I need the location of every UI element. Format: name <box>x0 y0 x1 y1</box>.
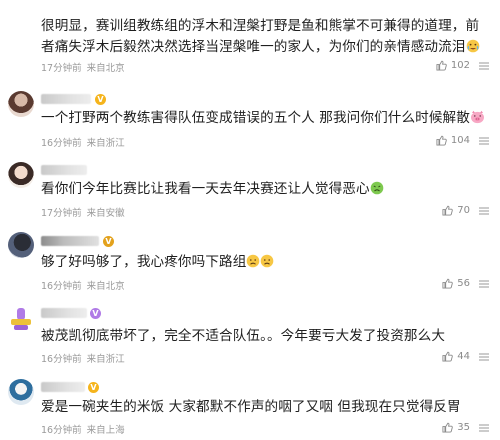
like-button[interactable]: 102 <box>436 60 470 71</box>
comment-time: 17分钟前 <box>41 63 82 74</box>
thumbs-up-icon <box>442 351 454 362</box>
more-options-icon[interactable] <box>478 280 490 290</box>
thumbs-up-icon <box>436 60 447 71</box>
comment-meta: 16分钟前 来自北京 <box>41 278 125 292</box>
like-count: 56 <box>457 278 470 289</box>
more-options-icon[interactable] <box>478 137 490 147</box>
comment-text: 爱是一碗夹生的米饭 大家都默不作声的咽了又咽 但我现在只觉得反胃 <box>41 399 461 415</box>
like-button[interactable]: 70 <box>442 205 470 216</box>
comment-meta: 16分钟前 来自浙江 <box>41 135 125 149</box>
comment-location: 来自浙江 <box>86 354 125 365</box>
like-count: 44 <box>457 351 470 362</box>
thumbs-up-icon <box>442 278 454 289</box>
comment-item: V 被茂凯彻底带坏了，完全不适合队伍。。今年要亏大发了投资那么大 16分钟前 来… <box>0 294 500 370</box>
thumbs-up-icon <box>436 135 447 146</box>
comment-meta: 16分钟前 来自浙江 <box>41 351 125 365</box>
username-blurred[interactable] <box>41 308 87 318</box>
username-blurred[interactable] <box>41 165 87 175</box>
username-blurred[interactable] <box>41 382 85 392</box>
comment-item: 很明显，赛训组教练组的浮木和涅槃打野是鱼和熊掌不可兼得的道理，前者痛失浮木后毅然… <box>0 0 500 80</box>
avatar[interactable] <box>8 232 34 258</box>
pig-face-emoji <box>470 110 485 131</box>
badge-icon: V <box>95 94 106 105</box>
more-options-icon[interactable] <box>478 62 490 72</box>
like-button[interactable]: 35 <box>442 422 470 433</box>
nauseated-face-emoji <box>370 181 384 202</box>
comment-time: 17分钟前 <box>41 208 82 219</box>
comment-meta: 17分钟前 来自北京 <box>41 60 125 74</box>
sad-face-emoji <box>246 254 274 275</box>
like-count: 70 <box>457 205 470 216</box>
avatar[interactable] <box>8 379 34 405</box>
crying-laughing-emoji <box>466 39 480 60</box>
username-blurred[interactable] <box>41 94 91 104</box>
comment-item: V 一个打野两个教练害得队伍变成错误的五个人 那我问你们什么时候解散 16分钟前… <box>0 80 500 152</box>
more-options-icon[interactable] <box>478 353 490 363</box>
comment-location: 来自安徽 <box>86 208 125 219</box>
thumbs-up-icon <box>442 422 454 433</box>
comment-meta: 17分钟前 来自安徽 <box>41 205 125 219</box>
comment-time: 16分钟前 <box>41 138 82 149</box>
like-button[interactable]: 44 <box>442 351 470 362</box>
comment-text: 一个打野两个教练害得队伍变成错误的五个人 那我问你们什么时候解散 <box>41 108 486 131</box>
comment-meta: 16分钟前 来自上海 <box>41 422 125 436</box>
username-blurred[interactable] <box>41 236 99 246</box>
more-options-icon[interactable] <box>478 207 490 217</box>
comment-location: 来自浙江 <box>86 138 125 149</box>
like-button[interactable]: 56 <box>442 278 470 289</box>
badge-icon: V <box>88 382 99 393</box>
comment-text: 够了好吗够了，我心疼你吗下路组 <box>41 252 486 275</box>
comment-item: V 够了好吗够了，我心疼你吗下路组 16分钟前 来自北京 56 <box>0 222 500 294</box>
comment-time: 16分钟前 <box>41 354 82 365</box>
comment-text: 看你们今年比赛比让我看一天去年决赛还让人觉得恶心 <box>41 179 486 202</box>
like-count: 102 <box>450 60 470 71</box>
like-count: 104 <box>450 135 470 146</box>
badge-icon: V <box>103 236 114 247</box>
like-button[interactable]: 104 <box>436 135 470 146</box>
more-options-icon[interactable] <box>478 424 490 434</box>
like-count: 35 <box>457 422 470 433</box>
avatar[interactable] <box>8 91 34 117</box>
comment-text: 被茂凯彻底带坏了，完全不适合队伍。。今年要亏大发了投资那么大 <box>41 328 446 344</box>
comment-item: V 爱是一碗夹生的米饭 大家都默不作声的咽了又咽 但我现在只觉得反胃 16分钟前… <box>0 370 500 440</box>
comment-location: 来自上海 <box>86 425 125 436</box>
comment-item: 看你们今年比赛比让我看一天去年决赛还让人觉得恶心 17分钟前 来自安徽 70 <box>0 152 500 222</box>
comment-location: 来自北京 <box>86 63 125 74</box>
avatar[interactable] <box>8 162 34 188</box>
badge-icon: V <box>90 308 101 319</box>
comment-time: 16分钟前 <box>41 425 82 436</box>
avatar[interactable] <box>8 306 34 332</box>
comment-time: 16分钟前 <box>41 281 82 292</box>
comment-location: 来自北京 <box>86 281 125 292</box>
comment-text: 很明显，赛训组教练组的浮木和涅槃打野是鱼和熊掌不可兼得的道理，前者痛失浮木后毅然… <box>41 16 486 60</box>
thumbs-up-icon <box>442 205 454 216</box>
